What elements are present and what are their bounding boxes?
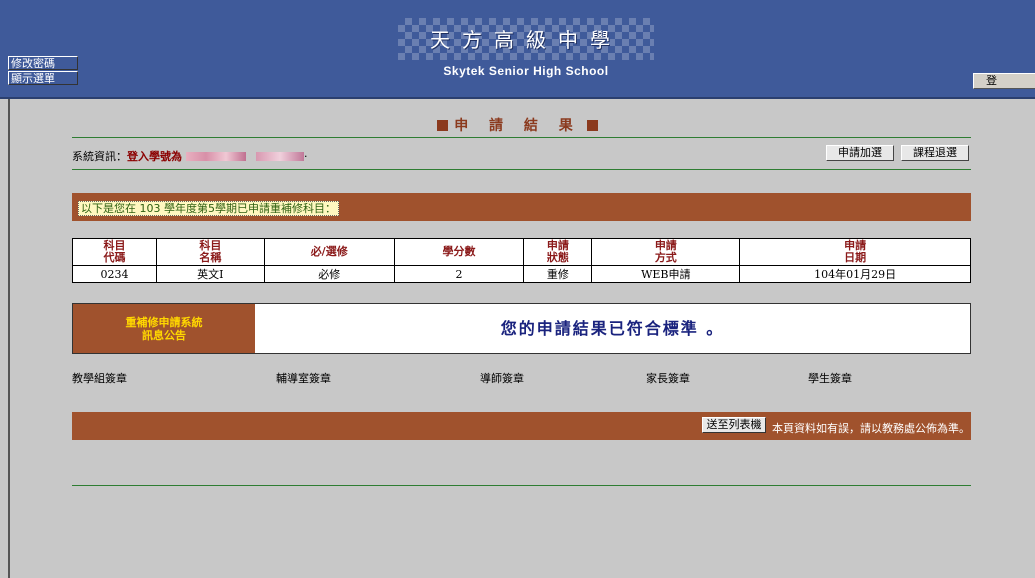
semester-banner-text: 以下是您在 103 學年度第5學期已申請重補修科目：	[78, 201, 339, 216]
redacted-block	[186, 152, 246, 161]
announcement-title-line1: 重補修申請系統	[125, 316, 203, 329]
course-drop-button[interactable]: 課程退選	[901, 145, 969, 161]
show-menu-button[interactable]: 顯示選單	[8, 71, 78, 85]
divider	[72, 137, 971, 138]
footer-bar: 送至列表機 本頁資料如有誤，請以教務處公佈為準。	[72, 412, 971, 440]
page-title: 申 請 結 果	[0, 115, 1035, 135]
cell-date: 104年01月29日	[739, 265, 971, 283]
redacted-block	[256, 152, 304, 161]
cell-code: 0234	[72, 265, 157, 283]
semester-banner: 以下是您在 103 學年度第5學期已申請重補修科目：	[72, 193, 971, 221]
school-name-en: Skytek Senior High School	[443, 64, 609, 78]
print-button[interactable]: 送至列表機	[702, 417, 766, 433]
cell-status: 重修	[523, 265, 593, 283]
cell-name: 英文Ⅰ	[155, 265, 265, 283]
cell-method: WEB申請	[591, 265, 741, 283]
logout-button[interactable]: 登 出	[973, 73, 1035, 89]
divider	[72, 485, 971, 486]
cell-type: 必修	[263, 265, 395, 283]
system-info-label: 系統資訊：	[72, 150, 127, 163]
left-rail	[8, 99, 10, 578]
signature-academic: 教學組簽章	[72, 372, 127, 385]
announcement-title: 重補修申請系統 訊息公告	[73, 304, 255, 353]
course-table: 科目 代碼 科目 名稱 必/選修 學分數 申請 狀態 申請 方式 申請 日期 0234 英…	[72, 238, 971, 283]
login-id-label: 登入學號為	[127, 150, 182, 163]
header-divider	[0, 97, 1035, 99]
change-password-button[interactable]: 修改密碼	[8, 56, 78, 70]
signature-student: 學生簽章	[808, 372, 852, 385]
column-header-method: 申請 方式	[591, 238, 741, 266]
column-header-credits: 學分數	[393, 238, 525, 266]
system-info-suffix: ·	[304, 150, 308, 163]
apply-add-button[interactable]: 申請加選	[826, 145, 894, 161]
column-header-date: 申請 日期	[739, 238, 971, 266]
square-icon	[586, 120, 598, 131]
column-header-name: 科目 名稱	[155, 238, 265, 266]
system-info: 系統資訊：登入學號為 ·	[72, 148, 308, 164]
signature-teacher: 導師簽章	[480, 372, 524, 385]
school-name: 天方高級中學	[430, 28, 622, 52]
school-logo: 天方高級中學	[398, 18, 654, 60]
announcement-title-line2: 訊息公告	[142, 329, 186, 342]
signature-counseling: 輔導室簽章	[276, 372, 331, 385]
column-header-code: 科目 代碼	[72, 238, 157, 266]
table-header-row: 科目 代碼 科目 名稱 必/選修 學分數 申請 狀態 申請 方式 申請 日期	[72, 238, 971, 266]
announcement-message: 您的申請結果已符合標準 。	[500, 319, 725, 338]
table-row: 0234 英文Ⅰ 必修 2 重修 WEB申請 104年01月29日	[72, 265, 971, 283]
header-bar: 天方高級中學 Skytek Senior High School 修改密碼 顯示…	[0, 0, 1035, 97]
signature-parent: 家長簽章	[646, 372, 690, 385]
divider	[72, 169, 971, 170]
cell-credits: 2	[393, 265, 525, 283]
announcement-box: 重補修申請系統 訊息公告 您的申請結果已符合標準 。	[72, 303, 971, 354]
footer-note: 本頁資料如有誤，請以教務處公佈為準。	[772, 422, 970, 435]
page-title-text: 申 請 結 果	[454, 118, 581, 134]
square-icon	[437, 120, 449, 131]
column-header-type: 必/選修	[263, 238, 395, 266]
column-header-status: 申請 狀態	[523, 238, 593, 266]
